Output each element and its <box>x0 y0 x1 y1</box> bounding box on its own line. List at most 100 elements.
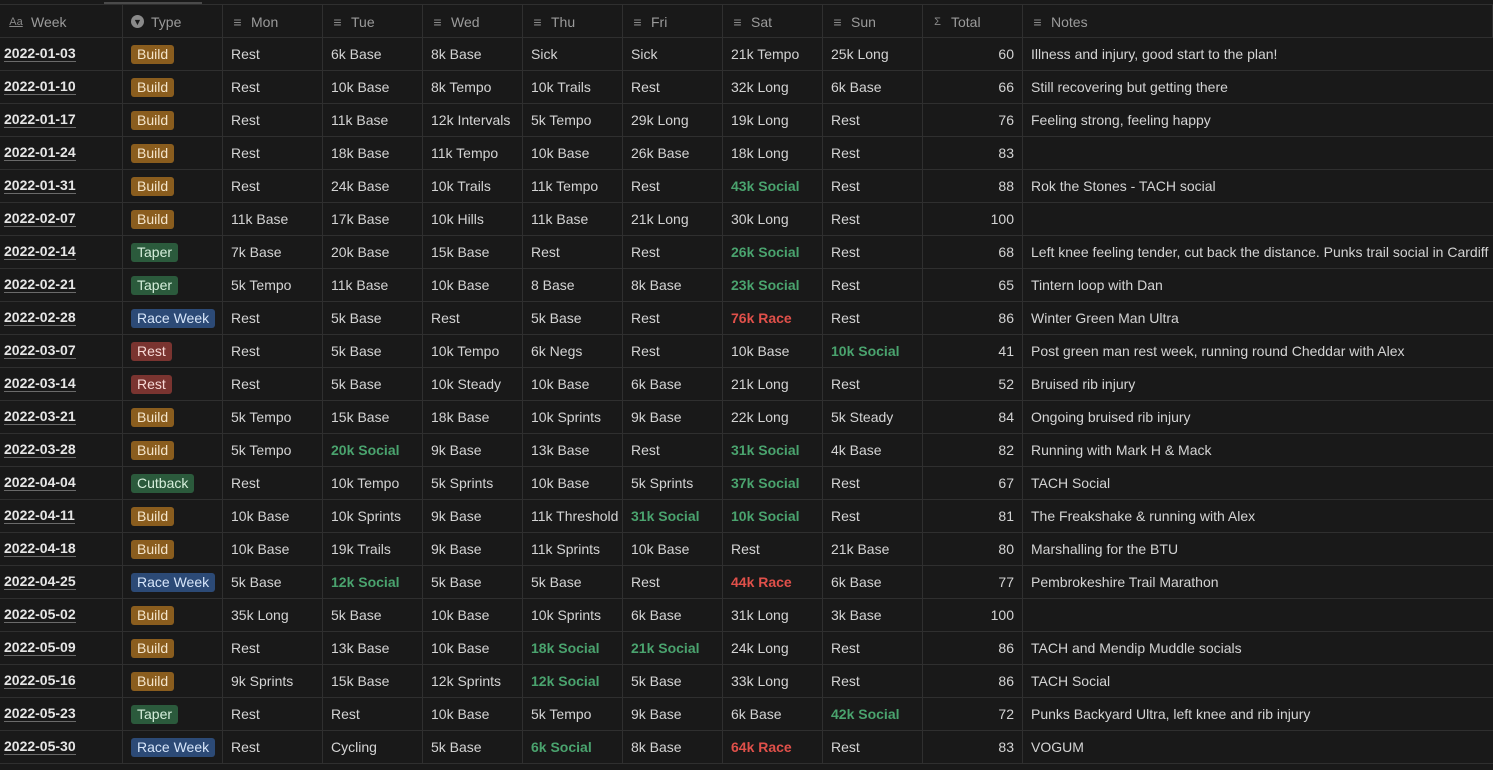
mon-cell[interactable]: Rest <box>223 104 323 136</box>
mon-cell[interactable]: 5k Tempo <box>223 269 323 301</box>
sat-cell[interactable]: 43k Social <box>723 170 823 202</box>
wed-cell[interactable]: 5k Base <box>423 731 523 763</box>
notes-cell[interactable]: Punks Backyard Ultra, left knee and rib … <box>1023 698 1493 730</box>
wed-cell[interactable]: 8k Base <box>423 38 523 70</box>
fri-cell[interactable]: Rest <box>623 434 723 466</box>
notes-cell[interactable]: Ongoing bruised rib injury <box>1023 401 1493 433</box>
week-title[interactable]: 2022-01-03 <box>4 46 76 62</box>
week-cell[interactable]: 2022-03-21 <box>0 401 123 433</box>
fri-cell[interactable]: 9k Base <box>623 698 723 730</box>
tue-cell[interactable]: 11k Base <box>323 269 423 301</box>
notes-cell[interactable]: TACH and Mendip Muddle socials <box>1023 632 1493 664</box>
wed-cell[interactable]: 8k Tempo <box>423 71 523 103</box>
sun-cell[interactable]: Rest <box>823 500 923 532</box>
table-row[interactable]: 2022-01-17 Build Rest 11k Base 12k Intervals… <box>0 104 1493 137</box>
wed-cell[interactable]: 12k Intervals <box>423 104 523 136</box>
notes-cell[interactable]: VOGUM <box>1023 731 1493 763</box>
tue-cell[interactable]: 5k Base <box>323 368 423 400</box>
table-row[interactable]: 2022-01-31 Build Rest 24k Base 10k Trails 11k… <box>0 170 1493 203</box>
type-cell[interactable]: Taper <box>123 698 223 730</box>
fri-cell[interactable]: Rest <box>623 302 723 334</box>
table-row[interactable]: 2022-01-24 Build Rest 18k Base 11k Tempo 10k … <box>0 137 1493 170</box>
week-title[interactable]: 2022-05-30 <box>4 739 76 755</box>
wed-cell[interactable]: 10k Base <box>423 698 523 730</box>
fri-cell[interactable]: 31k Social <box>623 500 723 532</box>
thu-cell[interactable]: 18k Social <box>523 632 623 664</box>
week-title[interactable]: 2022-01-31 <box>4 178 76 194</box>
notes-cell[interactable]: Feeling strong, feeling happy <box>1023 104 1493 136</box>
sat-cell[interactable]: 37k Social <box>723 467 823 499</box>
fri-cell[interactable]: 5k Sprints <box>623 467 723 499</box>
sat-cell[interactable]: 32k Long <box>723 71 823 103</box>
table-row[interactable]: 2022-02-14 Taper 7k Base 20k Base 15k Base Re… <box>0 236 1493 269</box>
tue-cell[interactable]: 11k Base <box>323 104 423 136</box>
notes-cell[interactable]: Running with Mark H & Mack <box>1023 434 1493 466</box>
tue-cell[interactable]: 5k Base <box>323 302 423 334</box>
mon-cell[interactable]: Rest <box>223 38 323 70</box>
table-row[interactable]: 2022-01-03 Build Rest 6k Base 8k Base Sick Sic… <box>0 38 1493 71</box>
type-cell[interactable]: Build <box>123 137 223 169</box>
thu-cell[interactable]: 10k Sprints <box>523 401 623 433</box>
table-row[interactable]: 2022-04-18 Build 10k Base 19k Trails 9k Base… <box>0 533 1493 566</box>
type-cell[interactable]: Build <box>123 533 223 565</box>
tue-cell[interactable]: 5k Base <box>323 335 423 367</box>
sun-cell[interactable]: 42k Social <box>823 698 923 730</box>
sat-cell[interactable]: 10k Social <box>723 500 823 532</box>
mon-cell[interactable]: 5k Tempo <box>223 434 323 466</box>
wed-cell[interactable]: 9k Base <box>423 533 523 565</box>
sun-cell[interactable]: 3k Base <box>823 599 923 631</box>
table-row[interactable]: 2022-04-25 Race Week 5k Base 12k Social 5k B… <box>0 566 1493 599</box>
mon-cell[interactable]: Rest <box>223 335 323 367</box>
type-cell[interactable]: Build <box>123 203 223 235</box>
table-row[interactable]: 2022-03-14 Rest Rest 5k Base 10k Steady 10k B… <box>0 368 1493 401</box>
wed-cell[interactable]: 10k Base <box>423 599 523 631</box>
thu-cell[interactable]: 10k Base <box>523 368 623 400</box>
sun-cell[interactable]: Rest <box>823 137 923 169</box>
week-title[interactable]: 2022-03-07 <box>4 343 76 359</box>
type-cell[interactable]: Rest <box>123 368 223 400</box>
type-cell[interactable]: Build <box>123 38 223 70</box>
week-title[interactable]: 2022-02-21 <box>4 277 76 293</box>
notes-cell[interactable] <box>1023 137 1493 169</box>
mon-cell[interactable]: 7k Base <box>223 236 323 268</box>
week-title[interactable]: 2022-03-21 <box>4 409 76 425</box>
table-row[interactable]: 2022-02-28 Race Week Rest 5k Base Rest 5k Bas… <box>0 302 1493 335</box>
tue-cell[interactable]: 17k Base <box>323 203 423 235</box>
week-cell[interactable]: 2022-05-09 <box>0 632 123 664</box>
mon-cell[interactable]: Rest <box>223 731 323 763</box>
type-cell[interactable]: Rest <box>123 335 223 367</box>
week-cell[interactable]: 2022-03-28 <box>0 434 123 466</box>
wed-cell[interactable]: 11k Tempo <box>423 137 523 169</box>
fri-cell[interactable]: 8k Base <box>623 269 723 301</box>
notes-cell[interactable]: Pembrokeshire Trail Marathon <box>1023 566 1493 598</box>
notes-cell[interactable]: Illness and injury, good start to the pl… <box>1023 38 1493 70</box>
thu-cell[interactable]: 10k Base <box>523 467 623 499</box>
thu-cell[interactable]: 6k Social <box>523 731 623 763</box>
week-title[interactable]: 2022-05-09 <box>4 640 76 656</box>
wed-cell[interactable]: 9k Base <box>423 434 523 466</box>
notes-cell[interactable]: Winter Green Man Ultra <box>1023 302 1493 334</box>
sun-cell[interactable]: 21k Base <box>823 533 923 565</box>
type-cell[interactable]: Taper <box>123 269 223 301</box>
notes-cell[interactable]: Post green man rest week, running round … <box>1023 335 1493 367</box>
tue-cell[interactable]: 20k Social <box>323 434 423 466</box>
wed-cell[interactable]: 10k Steady <box>423 368 523 400</box>
week-cell[interactable]: 2022-01-03 <box>0 38 123 70</box>
mon-cell[interactable]: 5k Tempo <box>223 401 323 433</box>
week-cell[interactable]: 2022-04-18 <box>0 533 123 565</box>
mon-cell[interactable]: 11k Base <box>223 203 323 235</box>
column-header-wed[interactable]: ≡ Wed <box>423 5 523 38</box>
week-title[interactable]: 2022-05-23 <box>4 706 76 722</box>
column-header-thu[interactable]: ≡ Thu <box>523 5 623 38</box>
sun-cell[interactable]: Rest <box>823 665 923 697</box>
type-cell[interactable]: Race Week <box>123 731 223 763</box>
sun-cell[interactable]: Rest <box>823 467 923 499</box>
sun-cell[interactable]: 6k Base <box>823 71 923 103</box>
week-title[interactable]: 2022-05-16 <box>4 673 76 689</box>
sun-cell[interactable]: Rest <box>823 236 923 268</box>
week-cell[interactable]: 2022-02-28 <box>0 302 123 334</box>
table-row[interactable]: 2022-05-09 Build Rest 13k Base 10k Base 18k S… <box>0 632 1493 665</box>
column-header-notes[interactable]: ≡ Notes <box>1023 5 1493 38</box>
table-row[interactable]: 2022-03-28 Build 5k Tempo 20k Social 9k Base… <box>0 434 1493 467</box>
sat-cell[interactable]: 76k Race <box>723 302 823 334</box>
